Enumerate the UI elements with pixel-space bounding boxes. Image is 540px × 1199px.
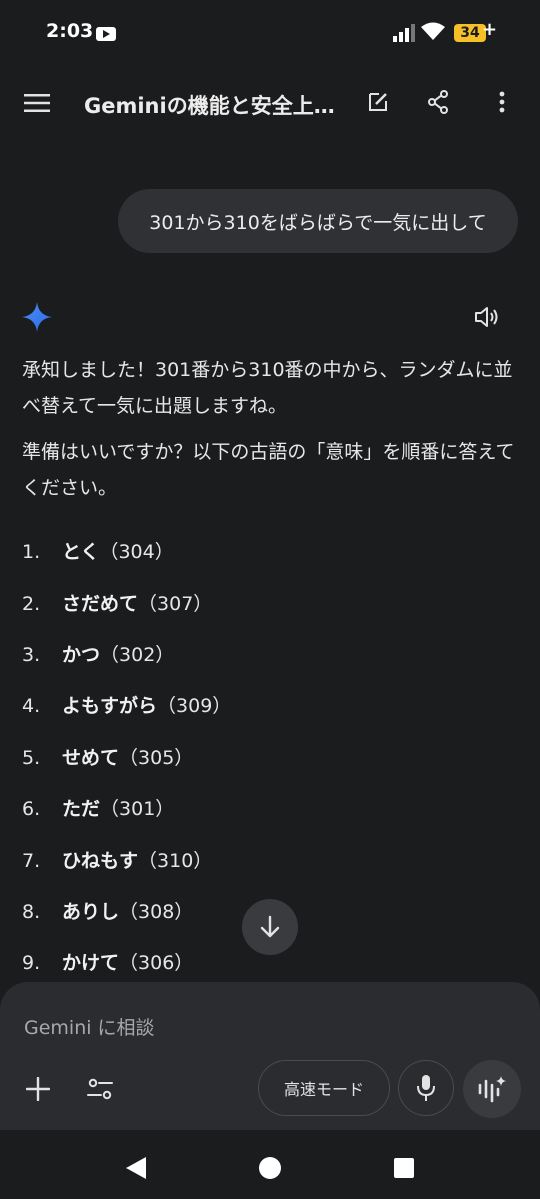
share-icon	[428, 90, 448, 114]
list-word: ありし	[62, 901, 120, 923]
list-word: よもすがら	[62, 695, 158, 717]
list-word: かけて	[62, 952, 120, 974]
recents-icon	[394, 1158, 414, 1178]
home-button[interactable]	[256, 1154, 284, 1182]
arrow-down-icon	[260, 915, 280, 938]
menu-icon	[24, 94, 50, 112]
add-button[interactable]	[22, 1073, 54, 1105]
mode-label: 高速モード	[283, 1080, 364, 1099]
back-icon	[126, 1157, 146, 1179]
list-word: さだめて	[62, 593, 139, 615]
more-vert-icon	[499, 91, 505, 113]
mic-icon	[417, 1075, 435, 1101]
edit-icon	[369, 93, 387, 111]
more-options-button[interactable]	[488, 86, 516, 118]
tune-icon	[87, 1078, 113, 1100]
gemini-response: 承知しました！301番から310番の中から、ランダムに並べ替えて一気に出題します…	[22, 352, 518, 516]
list-number: 8.	[22, 901, 41, 923]
list-item: 7. ひねもす（310）	[22, 846, 212, 873]
list-item: 2. さだめて（307）	[22, 589, 212, 616]
prompt-input[interactable]: Gemini に相談	[24, 1013, 155, 1040]
live-icon	[478, 1076, 506, 1103]
list-code: （304）	[99, 541, 174, 563]
list-code: （310）	[138, 850, 213, 872]
user-message-text: 301から310をばらばらで一気に出して	[149, 211, 487, 234]
system-nav-bar	[0, 1130, 540, 1199]
list-word: かつ	[62, 644, 101, 666]
list-number: 9.	[22, 952, 41, 974]
live-button[interactable]	[463, 1060, 521, 1118]
read-aloud-button[interactable]	[472, 304, 502, 330]
list-word: せめて	[62, 747, 120, 769]
list-item: 9. かけて（306）	[22, 948, 193, 975]
home-icon	[259, 1157, 281, 1179]
list-code: （307）	[138, 593, 213, 615]
list-code: （308）	[119, 901, 194, 923]
list-word: とく	[62, 541, 100, 563]
mode-selector-button[interactable]: 高速モード	[258, 1060, 390, 1116]
list-item: 3. かつ（302）	[22, 640, 174, 667]
list-word: ひねもす	[62, 850, 139, 872]
youtube-notification-icon	[96, 27, 116, 41]
list-number: 4.	[22, 695, 41, 717]
cellular-signal-icon	[393, 24, 415, 42]
menu-button[interactable]	[20, 86, 54, 120]
list-word: ただ	[62, 798, 101, 820]
share-button[interactable]	[422, 86, 454, 118]
list-number: 6.	[22, 798, 41, 820]
list-item: 4. よもすがら（309）	[22, 691, 231, 718]
list-number: 2.	[22, 593, 41, 615]
back-button[interactable]	[122, 1154, 150, 1182]
list-code: （306）	[119, 952, 194, 974]
list-code: （302）	[100, 644, 175, 666]
scroll-to-bottom-button[interactable]	[242, 899, 298, 955]
plus-icon	[26, 1077, 50, 1101]
list-item: 8. ありし（308）	[22, 897, 193, 924]
response-paragraph: 準備はいいですか？以下の古語の「意味」を順番に答えてください。	[22, 441, 515, 499]
mic-button[interactable]	[398, 1060, 454, 1116]
list-code: （309）	[157, 695, 232, 717]
new-chat-button[interactable]	[362, 86, 394, 118]
list-item: 5. せめて（305）	[22, 743, 193, 770]
conversation-title[interactable]: Geminiの機能と安全上…	[84, 90, 335, 120]
recents-button[interactable]	[390, 1154, 418, 1182]
charging-icon: +	[482, 19, 498, 40]
list-item: 1. とく（304）	[22, 537, 174, 564]
list-number: 1.	[22, 541, 41, 563]
status-time: 2:03	[46, 20, 94, 42]
gemini-star-icon	[22, 302, 52, 332]
list-number: 7.	[22, 850, 41, 872]
list-item: 6. ただ（301）	[22, 794, 174, 821]
response-paragraph: 承知しました！301番から310番の中から、ランダムに並べ替えて一気に出題します…	[22, 359, 513, 417]
list-code: （305）	[119, 747, 194, 769]
tools-button[interactable]	[84, 1073, 116, 1105]
user-message-bubble: 301から310をばらばらで一気に出して	[118, 189, 518, 253]
list-number: 3.	[22, 644, 41, 666]
list-number: 5.	[22, 747, 41, 769]
list-code: （301）	[100, 798, 175, 820]
wifi-icon	[421, 22, 445, 40]
status-bar: 2:03 34 +	[0, 0, 540, 66]
speaker-icon	[475, 307, 498, 327]
